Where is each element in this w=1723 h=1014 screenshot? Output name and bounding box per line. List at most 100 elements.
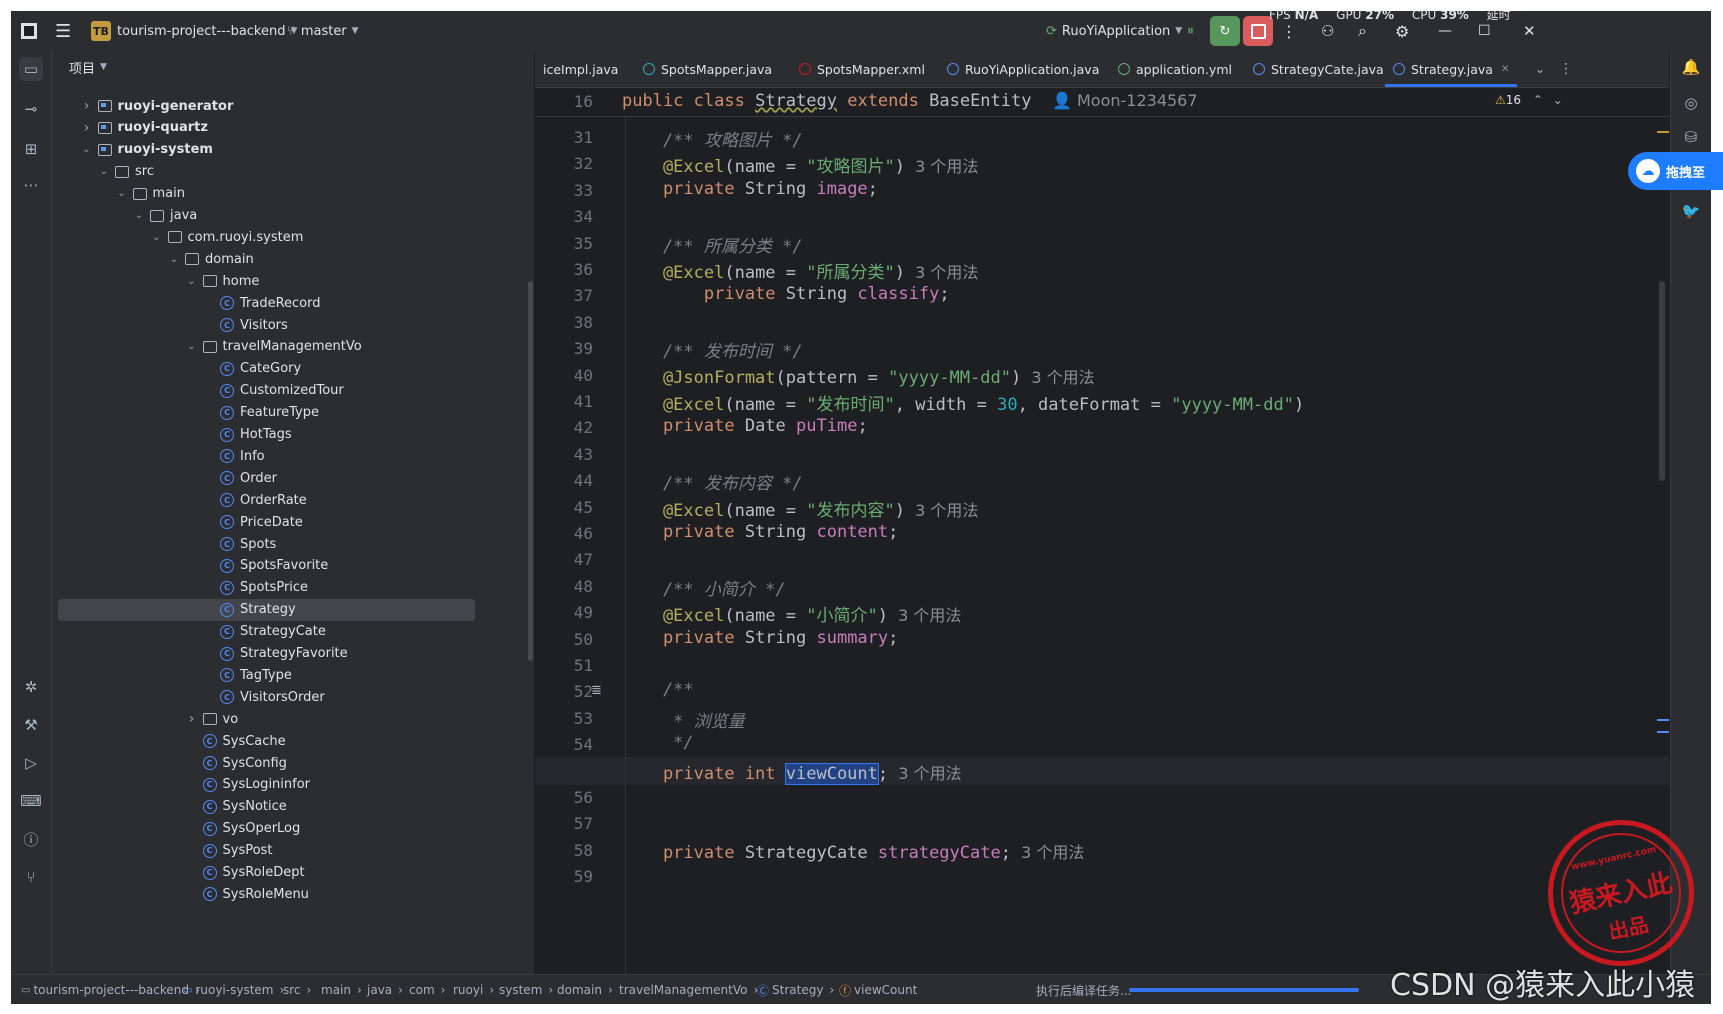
tree-item[interactable]: › vo (52, 708, 528, 730)
tree-item[interactable]: C StrategyFavorite (52, 643, 528, 665)
tree-item[interactable]: C SysPost (52, 840, 528, 862)
rerun-button[interactable]: ↻ (1210, 11, 1240, 51)
breadcrumb-item[interactable]: ▭ ruoyi-system › (183, 975, 284, 1004)
doc-render-icon[interactable]: ≣ (591, 683, 602, 698)
tree-item[interactable]: C Visitors (52, 314, 528, 336)
code-line[interactable]: @JsonFormat(pattern = "yyyy-MM-dd") 3 个用… (622, 364, 1095, 388)
notifications-bell-icon[interactable]: 🔔 (1679, 55, 1703, 79)
breadcrumb-item[interactable]: ruoyi › (453, 975, 494, 1004)
tree-item[interactable]: C SysNotice (52, 796, 528, 818)
mybatis-icon[interactable]: 🐦 (1679, 199, 1703, 223)
sticky-header[interactable]: 16 public class Strategy extends BaseEnt… (535, 88, 1669, 117)
editor-tab[interactable]: iceImpl.java (535, 51, 626, 87)
problems-icon[interactable]: ⓘ (19, 827, 43, 851)
editor-tab[interactable]: application.yml (1110, 51, 1240, 87)
code-line[interactable]: private String classify; (622, 284, 950, 304)
code-line[interactable]: @Excel(name = "所属分类") 3 个用法 (622, 258, 979, 283)
chevron-down-icon[interactable]: ⌄ (150, 232, 164, 243)
tree-item[interactable]: C PriceDate (52, 511, 528, 533)
main-menu-icon[interactable]: ☰ (55, 11, 71, 51)
chevron-down-icon[interactable]: ⌄ (97, 166, 111, 177)
close-window-button[interactable]: ✕ (1523, 11, 1536, 51)
code-line[interactable]: @Excel(name = "攻略图片") 3 个用法 (622, 152, 979, 177)
code-line[interactable]: */ (622, 733, 693, 753)
git-icon[interactable]: ⑂ (19, 865, 43, 889)
tree-item[interactable]: C Info (52, 445, 528, 467)
breadcrumb-item[interactable]: java › (367, 975, 403, 1004)
tree-item[interactable]: C SysRoleMenu (52, 883, 528, 905)
usage-stripe-mark[interactable] (1657, 719, 1669, 721)
tree-item[interactable]: C StrategyCate (52, 621, 528, 643)
editor-tab[interactable]: SpotsMapper.xml (791, 51, 933, 87)
chevron-down-icon[interactable]: ⌄ (185, 276, 199, 287)
chevron-down-icon[interactable]: ⌄ (132, 210, 146, 221)
background-task-label[interactable]: 执行后编译任务... (1036, 975, 1131, 1004)
code-line[interactable]: @Excel(name = "小简介") 3 个用法 (622, 601, 962, 626)
usage-hint[interactable]: 3 个用法 (888, 606, 961, 625)
tree-item[interactable]: C Spots (52, 533, 528, 555)
editor-tab[interactable]: StrategyCate.java (1245, 51, 1392, 87)
code-line[interactable]: /** 发布内容 */ (622, 469, 803, 494)
tree-item[interactable]: C FeatureType (52, 402, 528, 424)
terminal-icon[interactable]: ⌨ (19, 789, 43, 813)
breadcrumb-item[interactable]: ▭ tourism-project---backend › (21, 975, 200, 1004)
tabs-dropdown-icon[interactable]: ⌄ (1535, 51, 1545, 87)
tree-item[interactable]: ⌄ ruoyi-system (52, 139, 528, 161)
tree-item[interactable]: ⌄ java (52, 205, 528, 227)
code-line[interactable]: private int viewCount; 3 个用法 (622, 760, 962, 785)
debug-icon[interactable]: ✲ (19, 675, 43, 699)
tree-item[interactable]: C VisitorsOrder (52, 686, 528, 708)
prev-highlight-icon[interactable]: ⌃ (1533, 93, 1543, 107)
usage-stripe-mark[interactable] (1657, 731, 1669, 733)
tree-item[interactable]: ⌄ travelManagementVo (52, 336, 528, 358)
code-line[interactable]: private StrategyCate strategyCate; 3 个用法 (622, 839, 1084, 863)
project-switcher[interactable]: TB tourism-project---backend ▼ (91, 11, 297, 51)
more-tools-icon[interactable]: ⋯ (19, 173, 43, 197)
tree-item[interactable]: › ruoyi-quartz (52, 117, 528, 139)
tree-item[interactable]: C SysCache (52, 730, 528, 752)
code-line[interactable]: private Date puTime; (622, 416, 868, 436)
project-scrollbar[interactable] (528, 281, 533, 661)
breadcrumb-item[interactable]: travelManagementVo › (619, 975, 758, 1004)
branch-switcher[interactable]: ⑂ master ▼ (287, 11, 359, 51)
ai-assistant-icon[interactable]: ◎ (1679, 91, 1703, 115)
code-line[interactable]: /** 攻略图片 */ (622, 126, 803, 151)
usage-hint[interactable]: 3 个用法 (888, 764, 961, 783)
breadcrumb-item[interactable]: main › (321, 975, 362, 1004)
code-line[interactable]: private String summary; (622, 628, 898, 648)
tree-item[interactable]: C SpotsFavorite (52, 555, 528, 577)
database-icon[interactable]: ⛁ (1679, 125, 1703, 149)
tree-item[interactable]: C SpotsPrice (52, 577, 528, 599)
usage-hint[interactable]: 3 个用法 (1021, 368, 1094, 387)
structure-icon[interactable]: ⊞ (19, 137, 43, 161)
breadcrumb-item[interactable]: Ⓒ Strategy › (757, 975, 834, 1004)
code-line[interactable]: /** 所属分类 */ (622, 232, 803, 257)
tree-item[interactable]: ⌄ src (52, 161, 528, 183)
breadcrumb-item[interactable]: src › (283, 975, 311, 1004)
chevron-down-icon[interactable]: ⌄ (185, 341, 199, 352)
tree-item[interactable]: C SysRoleDept (52, 862, 528, 884)
tree-item[interactable]: C TagType (52, 664, 528, 686)
code-line[interactable]: @Excel(name = "发布时间", width = 30, dateFo… (622, 390, 1304, 415)
app-logo-icon[interactable] (21, 11, 37, 51)
usage-hint[interactable]: 3 个用法 (1011, 843, 1084, 862)
tree-item[interactable]: C CustomizedTour (52, 380, 528, 402)
project-folder-icon[interactable]: ▭ (19, 57, 43, 81)
tree-item[interactable]: ⌄ domain (52, 248, 528, 270)
code-line[interactable]: * 浏览量 (622, 707, 744, 732)
chevron-right-icon[interactable]: › (185, 711, 199, 727)
warning-stripe-mark[interactable] (1657, 131, 1669, 133)
editor-scrollbar[interactable] (1659, 281, 1665, 481)
editor-tab[interactable]: RuoYiApplication.java (939, 51, 1107, 87)
usage-hint[interactable]: 3 个用法 (905, 501, 978, 520)
tabs-more-icon[interactable]: ⋮ (1559, 51, 1573, 87)
chevron-down-icon[interactable]: ⌄ (167, 254, 181, 265)
run-config-selector[interactable]: ⟳ RuoYiApplication ▼ (1046, 11, 1182, 51)
tree-item[interactable]: ⌄ home (52, 270, 528, 292)
close-tab-icon[interactable]: ✕ (1501, 64, 1509, 75)
tree-item[interactable]: C OrderRate (52, 489, 528, 511)
build-hammer-icon[interactable]: ⚒ (19, 713, 43, 737)
usage-hint[interactable]: 3 个用法 (905, 157, 978, 176)
project-panel-header[interactable]: 项目 ▼ (52, 51, 534, 83)
code-line[interactable]: /** 小简介 */ (622, 575, 786, 600)
